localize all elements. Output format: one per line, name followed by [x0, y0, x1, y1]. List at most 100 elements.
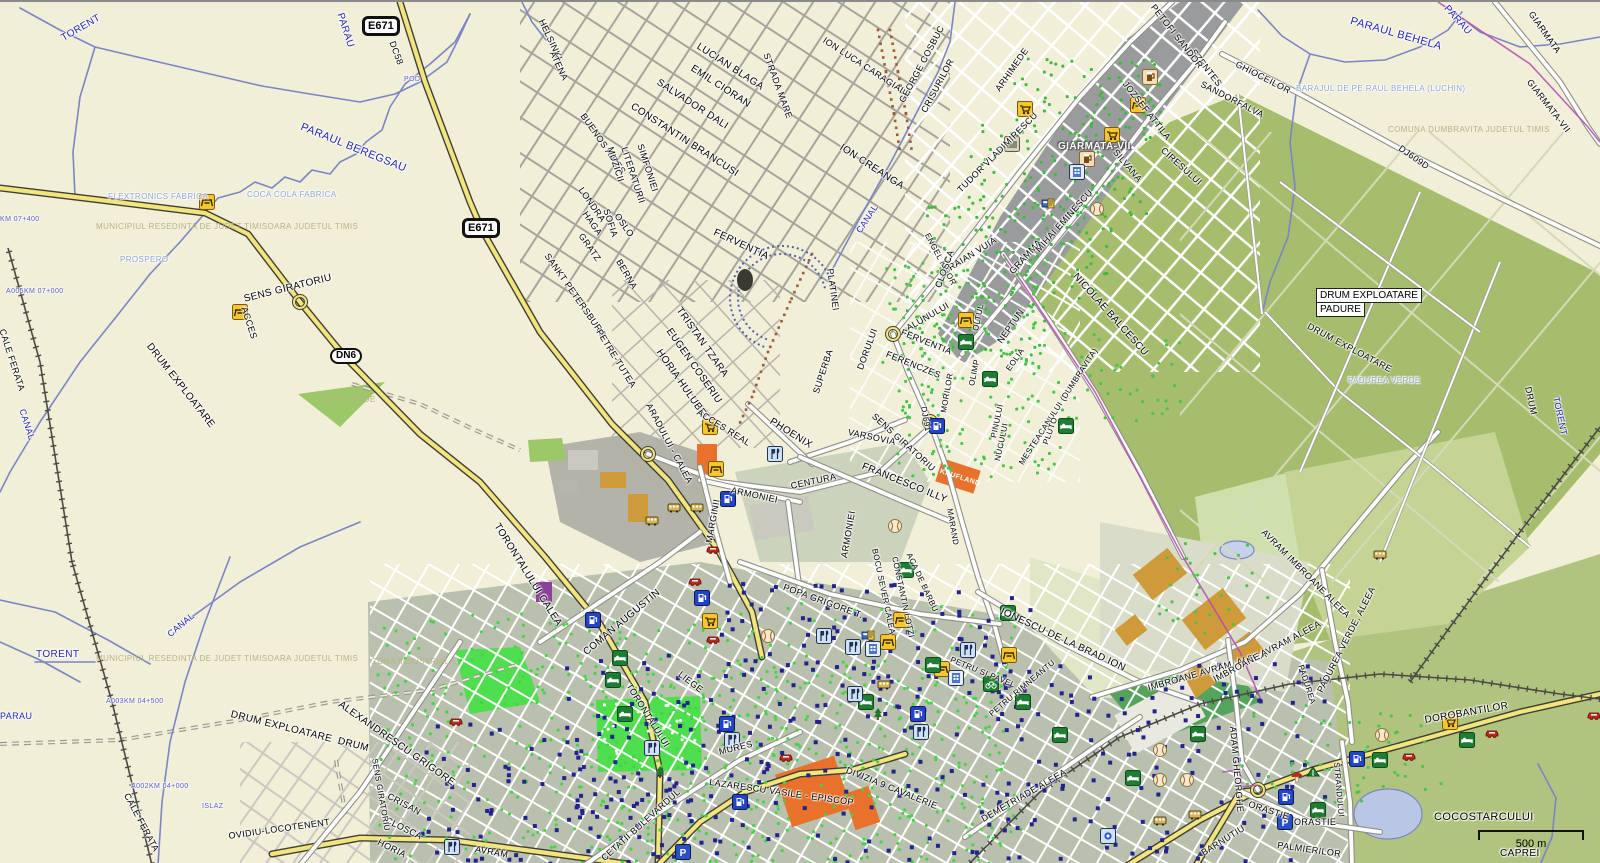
waterway — [95, 14, 470, 102]
ball-icon[interactable] — [760, 628, 776, 644]
map-label: A002KM 04+000 — [131, 783, 189, 790]
restaurant-icon[interactable] — [816, 628, 832, 644]
map-canvas[interactable]: PPTORENTPARAUDC58PODPARAUL BEREGSAUFLEXT… — [0, 0, 1600, 863]
lodging-icon[interactable] — [605, 672, 621, 688]
postcard-icon[interactable] — [860, 628, 876, 644]
ball-icon[interactable] — [1374, 727, 1390, 743]
ball-icon[interactable] — [1089, 201, 1105, 217]
lodging-icon[interactable] — [1125, 770, 1141, 786]
bus-icon[interactable] — [666, 499, 682, 515]
restaurant-icon[interactable] — [845, 639, 861, 655]
map-label: A003KM 04+500 — [106, 698, 164, 705]
map-label: PARAU — [0, 712, 32, 721]
bus-icon[interactable] — [1152, 812, 1168, 828]
bus-icon[interactable] — [1187, 806, 1203, 822]
beer-icon[interactable] — [1142, 69, 1158, 85]
lodging-icon[interactable] — [982, 371, 998, 387]
monument-icon — [737, 269, 753, 291]
restaurant-icon[interactable] — [960, 642, 976, 658]
camera-icon[interactable] — [1100, 828, 1116, 844]
picnic-icon[interactable] — [708, 461, 724, 477]
lodging-icon[interactable] — [1058, 418, 1074, 434]
tree-icon[interactable] — [652, 764, 668, 780]
restaurant-icon[interactable] — [444, 839, 460, 855]
car-icon[interactable] — [705, 630, 721, 646]
restaurant-icon[interactable] — [644, 740, 660, 756]
scale-bar: 500 m — [1478, 830, 1584, 850]
ball-icon[interactable] — [887, 518, 903, 534]
lodging-icon[interactable] — [1459, 732, 1475, 748]
map-label: MUNICIPIUL RESEDINTA DE JUDET TIMISOARA … — [96, 655, 358, 663]
map-label: FLEXTRONICS FABRICA — [108, 193, 208, 201]
cart-icon[interactable] — [702, 613, 718, 629]
lodging-icon[interactable] — [612, 650, 628, 666]
hotel-icon[interactable] — [1069, 164, 1085, 180]
callout-box: PADURE — [1316, 302, 1365, 317]
car-icon[interactable] — [778, 748, 794, 764]
car-icon[interactable] — [687, 572, 703, 588]
fuel-icon[interactable] — [732, 794, 748, 810]
lodging-icon[interactable] — [1190, 726, 1206, 742]
bus-icon[interactable] — [689, 499, 705, 515]
map-label: COCOSTARCULUI — [1434, 812, 1534, 823]
map-label: MUNICIPIUL RESEDINTA DE JUDET TIMISOARA … — [96, 223, 358, 231]
bus-icon[interactable] — [876, 676, 892, 692]
picnic-icon[interactable] — [1001, 647, 1017, 663]
map-label: ZONA VERDE — [320, 396, 376, 404]
road-badge: E671 — [362, 16, 400, 36]
picnic-icon[interactable] — [880, 634, 896, 650]
mushroom-icon[interactable] — [1289, 769, 1305, 785]
road-badge: DN6 — [330, 348, 362, 364]
map-label: PROSPERO — [120, 256, 169, 264]
bus-icon[interactable] — [1372, 546, 1388, 562]
car-icon[interactable] — [1401, 747, 1417, 763]
lodging-icon[interactable] — [617, 706, 633, 722]
waterway — [158, 557, 230, 863]
land-area — [528, 438, 566, 462]
restaurant-icon[interactable] — [913, 724, 929, 740]
car-icon[interactable] — [448, 712, 464, 728]
map-label: COMUNA DUMBRAVITA JUDETUL TIMIS — [1388, 126, 1550, 134]
map-label: A005KM 07+000 — [6, 288, 64, 295]
postcard-icon[interactable] — [1040, 196, 1056, 212]
map-label: CAPREI — [1500, 849, 1540, 859]
fuel-icon[interactable] — [585, 612, 601, 628]
hotel-icon[interactable] — [948, 670, 964, 686]
car-icon[interactable] — [1586, 706, 1600, 722]
lodging-icon[interactable] — [925, 657, 941, 673]
ball-icon[interactable] — [1152, 742, 1168, 758]
building — [560, 480, 578, 494]
callout-box: DRUM EXPLOATARE — [1316, 288, 1422, 303]
map-label: PADUREA VERDE — [1348, 377, 1421, 385]
lodging-icon[interactable] — [958, 334, 974, 350]
fuel-icon[interactable] — [694, 590, 710, 606]
tent-icon[interactable] — [1305, 764, 1321, 780]
map-label: KM 07+400 — [0, 216, 40, 223]
lodging-icon[interactable] — [1052, 727, 1068, 743]
scale-bar-label: 500 m — [1478, 838, 1584, 850]
restaurant-icon[interactable] — [767, 446, 783, 462]
svg-text:P: P — [680, 848, 687, 859]
ball-icon[interactable] — [1152, 772, 1168, 788]
map-label: COCA COLA FABRICA — [247, 191, 337, 199]
bus-icon[interactable] — [644, 512, 660, 528]
fuel-icon[interactable] — [910, 706, 926, 722]
car-icon[interactable] — [1484, 724, 1500, 740]
major-road — [400, 2, 762, 657]
building — [600, 472, 626, 488]
fuel-icon[interactable] — [719, 716, 735, 732]
restaurant-icon[interactable] — [847, 686, 863, 702]
railway — [8, 248, 152, 863]
ball-icon[interactable] — [1179, 772, 1195, 788]
building — [568, 450, 598, 470]
map-label: ORASTIE — [1294, 818, 1336, 827]
waterway — [20, 8, 95, 197]
tree-icon[interactable] — [870, 706, 886, 722]
map-label: TORENT — [36, 650, 79, 660]
fuel-icon[interactable] — [1278, 789, 1294, 805]
fuel-icon[interactable] — [1349, 751, 1365, 767]
lodging-icon[interactable] — [1372, 752, 1388, 768]
lodging-icon[interactable] — [1310, 802, 1326, 818]
road-badge: E671 — [462, 218, 500, 238]
parking-icon[interactable]: P — [675, 844, 691, 860]
